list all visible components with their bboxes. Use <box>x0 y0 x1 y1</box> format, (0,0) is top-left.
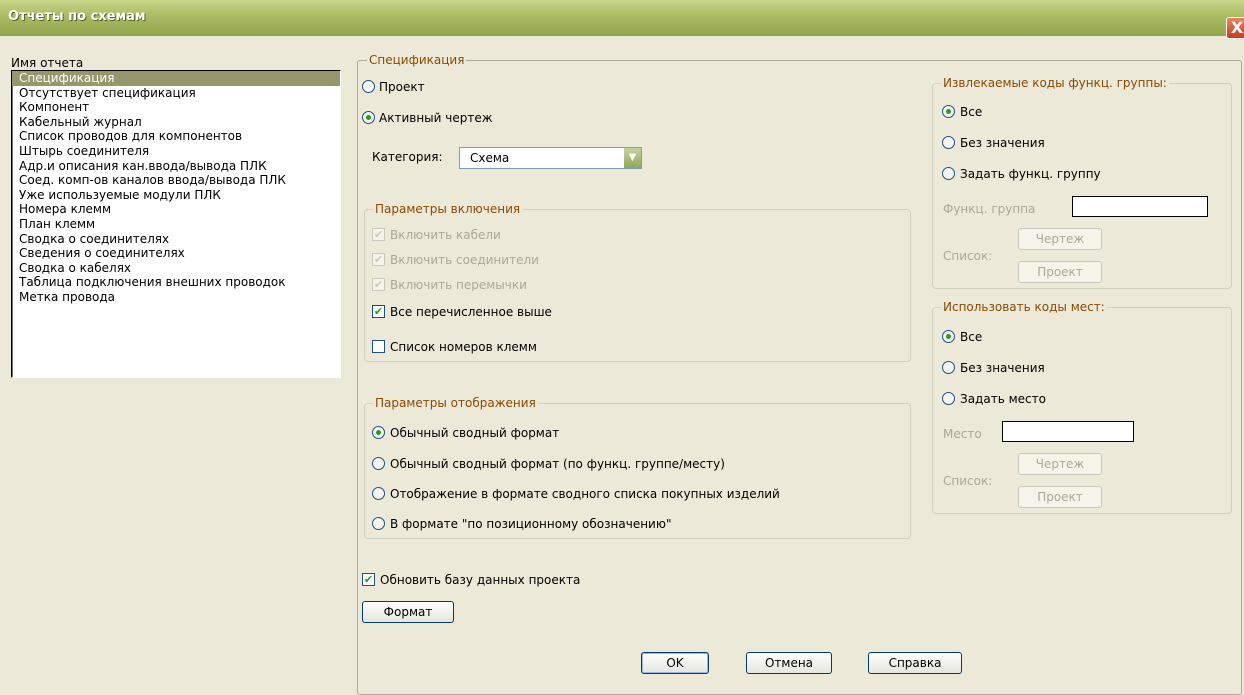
display-opt4-radio[interactable] <box>372 517 385 530</box>
update-db-label: Обновить базу данных проекта <box>380 573 581 587</box>
display-opt2-radio[interactable] <box>372 457 385 470</box>
func-project-button[interactable]: Проект <box>1018 261 1102 283</box>
func-group-caption: Извлекаемые коды функц. группы: <box>941 76 1169 90</box>
list-item[interactable]: Компонент <box>12 100 340 115</box>
list-item[interactable]: Спецификация <box>12 71 340 86</box>
help-button[interactable]: Справка <box>868 652 962 674</box>
list-item[interactable]: Таблица подключения внешних проводок <box>12 275 340 290</box>
display-opt1-label: Обычный сводный формат <box>390 426 560 440</box>
radio-active-drawing[interactable] <box>362 111 375 124</box>
display-caption: Параметры отображения <box>373 396 538 410</box>
include-connectors-label: Включить соединители <box>390 253 539 267</box>
update-db-checkbox[interactable]: ✔ <box>362 573 375 586</box>
radio-project-label: Проект <box>379 80 425 94</box>
func-empty-label: Без значения <box>960 136 1045 150</box>
display-opt1-radio[interactable] <box>372 426 385 439</box>
ok-button[interactable]: OK <box>641 652 709 674</box>
location-caption: Использовать коды мест: <box>941 300 1107 314</box>
include-cables-checkbox[interactable]: ✔ <box>372 228 385 241</box>
loc-empty-label: Без значения <box>960 361 1045 375</box>
list-item[interactable]: Список проводов для компонентов <box>12 129 340 144</box>
func-empty-radio[interactable] <box>942 136 955 149</box>
list-item[interactable]: Уже используемые модули ПЛК <box>12 188 340 203</box>
window-title: Отчеты по схемам <box>8 9 146 24</box>
func-set-label: Задать функц. группу <box>960 167 1101 181</box>
category-label: Категория: <box>372 150 443 164</box>
list-item[interactable]: Метка провода <box>12 290 340 305</box>
include-all-checkbox[interactable]: ✔ <box>372 305 385 318</box>
loc-all-label: Все <box>960 330 983 344</box>
title-bar[interactable]: Отчеты по схемам X <box>0 0 1244 39</box>
func-field-label: Функц. группа <box>943 202 1036 216</box>
list-item[interactable]: Штырь соединителя <box>12 144 340 159</box>
display-opt3-label: Отображение в формате сводного списка по… <box>390 487 780 501</box>
category-select[interactable]: Схема ▼ <box>459 147 642 169</box>
list-item[interactable]: Кабельный журнал <box>12 115 340 130</box>
report-list[interactable]: Спецификация Отсутствует спецификация Комп… <box>11 70 341 378</box>
list-item[interactable]: Сводка о соединителях <box>12 232 340 247</box>
loc-drawing-button[interactable]: Чертеж <box>1018 453 1102 475</box>
include-connectors-checkbox[interactable]: ✔ <box>372 253 385 266</box>
list-item[interactable]: Сводка о кабелях <box>12 261 340 276</box>
radio-active-drawing-label: Активный чертеж <box>379 111 493 125</box>
func-list-label: Список: <box>943 249 993 263</box>
report-name-label: Имя отчета <box>11 56 84 70</box>
category-value: Схема <box>470 151 510 165</box>
include-jumpers-label: Включить перемычки <box>390 278 527 292</box>
include-all-label: Все перечисленное выше <box>390 305 552 319</box>
cancel-button[interactable]: Отмена <box>746 652 832 674</box>
chevron-down-icon[interactable]: ▼ <box>623 148 641 168</box>
display-opt2-label: Обычный сводный формат (по функц. группе… <box>390 457 725 471</box>
func-drawing-button[interactable]: Чертеж <box>1018 228 1102 250</box>
func-group-input[interactable] <box>1072 196 1208 217</box>
loc-project-button[interactable]: Проект <box>1018 486 1102 508</box>
format-button[interactable]: Формат <box>362 601 454 623</box>
list-item[interactable]: Сведения о соединителях <box>12 246 340 261</box>
list-item[interactable]: Отсутствует спецификация <box>12 86 340 101</box>
terminal-list-checkbox[interactable] <box>372 340 385 353</box>
func-all-radio[interactable] <box>942 105 955 118</box>
location-input[interactable] <box>1002 421 1134 442</box>
close-icon[interactable]: X <box>1226 17 1244 39</box>
terminal-list-label: Список номеров клемм <box>390 340 537 354</box>
include-jumpers-checkbox[interactable]: ✔ <box>372 278 385 291</box>
loc-list-label: Список: <box>943 474 993 488</box>
display-opt3-radio[interactable] <box>372 487 385 500</box>
radio-project[interactable] <box>362 80 375 93</box>
loc-field-label: Место <box>943 427 982 441</box>
func-set-radio[interactable] <box>942 167 955 180</box>
display-opt4-label: В формате "по позиционному обозначению" <box>390 517 672 531</box>
include-cables-label: Включить кабели <box>390 228 501 242</box>
list-item[interactable]: Адр.и описания кан.ввода/вывода ПЛК <box>12 159 340 174</box>
spec-caption: Спецификация <box>367 53 467 67</box>
loc-set-radio[interactable] <box>942 392 955 405</box>
loc-empty-radio[interactable] <box>942 361 955 374</box>
loc-set-label: Задать место <box>960 392 1046 406</box>
loc-all-radio[interactable] <box>942 330 955 343</box>
include-caption: Параметры включения <box>373 202 523 216</box>
list-item[interactable]: Соед. комп-ов каналов ввода/вывода ПЛК <box>12 173 340 188</box>
func-all-label: Все <box>960 105 983 119</box>
list-item[interactable]: Номера клемм <box>12 202 340 217</box>
reports-dialog: Отчеты по схемам X Имя отчета Спецификац… <box>0 0 1244 695</box>
list-item[interactable]: План клемм <box>12 217 340 232</box>
